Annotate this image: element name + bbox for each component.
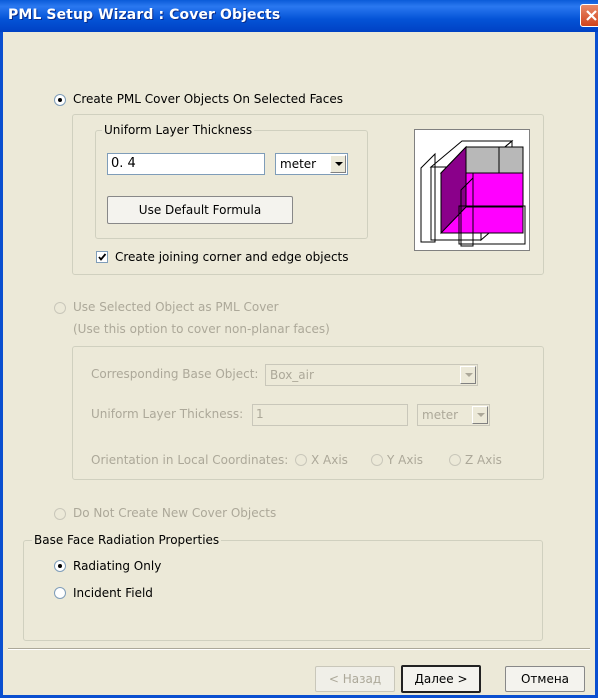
selected-thickness-units-select[interactable]: meter	[417, 404, 490, 426]
title-bar: PML Setup Wizard : Cover Objects	[0, 0, 598, 32]
radio-selected-object[interactable]	[54, 302, 66, 314]
use-default-formula-button[interactable]: Use Default Formula	[107, 196, 293, 224]
radio-selected-object-label[interactable]: Use Selected Object as PML Cover	[73, 300, 279, 314]
radio-x-axis-label[interactable]: X Axis	[311, 453, 348, 467]
radio-no-cover[interactable]	[54, 508, 66, 520]
radio-radiating-only[interactable]	[54, 560, 66, 572]
selected-thickness-input[interactable]: 1	[252, 404, 408, 426]
radio-z-axis-label[interactable]: Z Axis	[465, 453, 502, 467]
dialog-body: Create PML Cover Objects On Selected Fac…	[3, 32, 595, 695]
radio-no-cover-label[interactable]: Do Not Create New Cover Objects	[73, 506, 276, 520]
radio-create-pml[interactable]	[54, 94, 66, 106]
chevron-down-icon	[472, 406, 488, 424]
radio-y-axis-label[interactable]: Y Axis	[387, 453, 423, 467]
thickness-units-value: meter	[280, 157, 317, 171]
radio-incident-field[interactable]	[54, 587, 66, 599]
radio-z-axis[interactable]	[449, 454, 461, 466]
base-object-label: Corresponding Base Object:	[91, 367, 259, 381]
radio-y-axis[interactable]	[371, 454, 383, 466]
checkmark-icon	[98, 253, 107, 261]
radio-create-pml-label[interactable]: Create PML Cover Objects On Selected Fac…	[73, 92, 343, 106]
close-button[interactable]	[580, 4, 598, 27]
radio-incident-field-label[interactable]: Incident Field	[73, 586, 153, 600]
cube-preview-image	[414, 129, 530, 251]
selected-thickness-label: Uniform Layer Thickness:	[91, 407, 244, 421]
orientation-label: Orientation in Local Coordinates:	[91, 453, 289, 467]
thickness-units-select[interactable]: meter	[275, 153, 348, 175]
next-button[interactable]: Далее >	[401, 665, 481, 693]
base-object-select[interactable]: Box_air	[265, 364, 478, 386]
joining-objects-label[interactable]: Create joining corner and edge objects	[115, 250, 349, 264]
radio-radiating-only-label[interactable]: Radiating Only	[73, 559, 161, 573]
back-button[interactable]: < Назад	[315, 666, 395, 692]
base-object-value: Box_air	[270, 368, 314, 382]
pml-cube-icon	[420, 139, 526, 247]
window-title: PML Setup Wizard : Cover Objects	[8, 7, 281, 23]
thickness-group-label: Uniform Layer Thickness	[102, 123, 255, 137]
selected-thickness-units-value: meter	[422, 408, 459, 422]
close-icon	[586, 10, 597, 21]
cancel-button[interactable]: Отмена	[505, 666, 585, 692]
chevron-down-icon	[460, 366, 476, 384]
footer-separator	[8, 648, 590, 650]
selected-object-hint: (Use this option to cover non-planar fac…	[73, 322, 330, 336]
radio-x-axis[interactable]	[295, 454, 307, 466]
radiation-group-label: Base Face Radiation Properties	[32, 533, 222, 547]
chevron-down-icon	[330, 155, 346, 173]
joining-objects-checkbox[interactable]	[96, 251, 108, 263]
thickness-input[interactable]: 0. 4	[107, 153, 265, 175]
